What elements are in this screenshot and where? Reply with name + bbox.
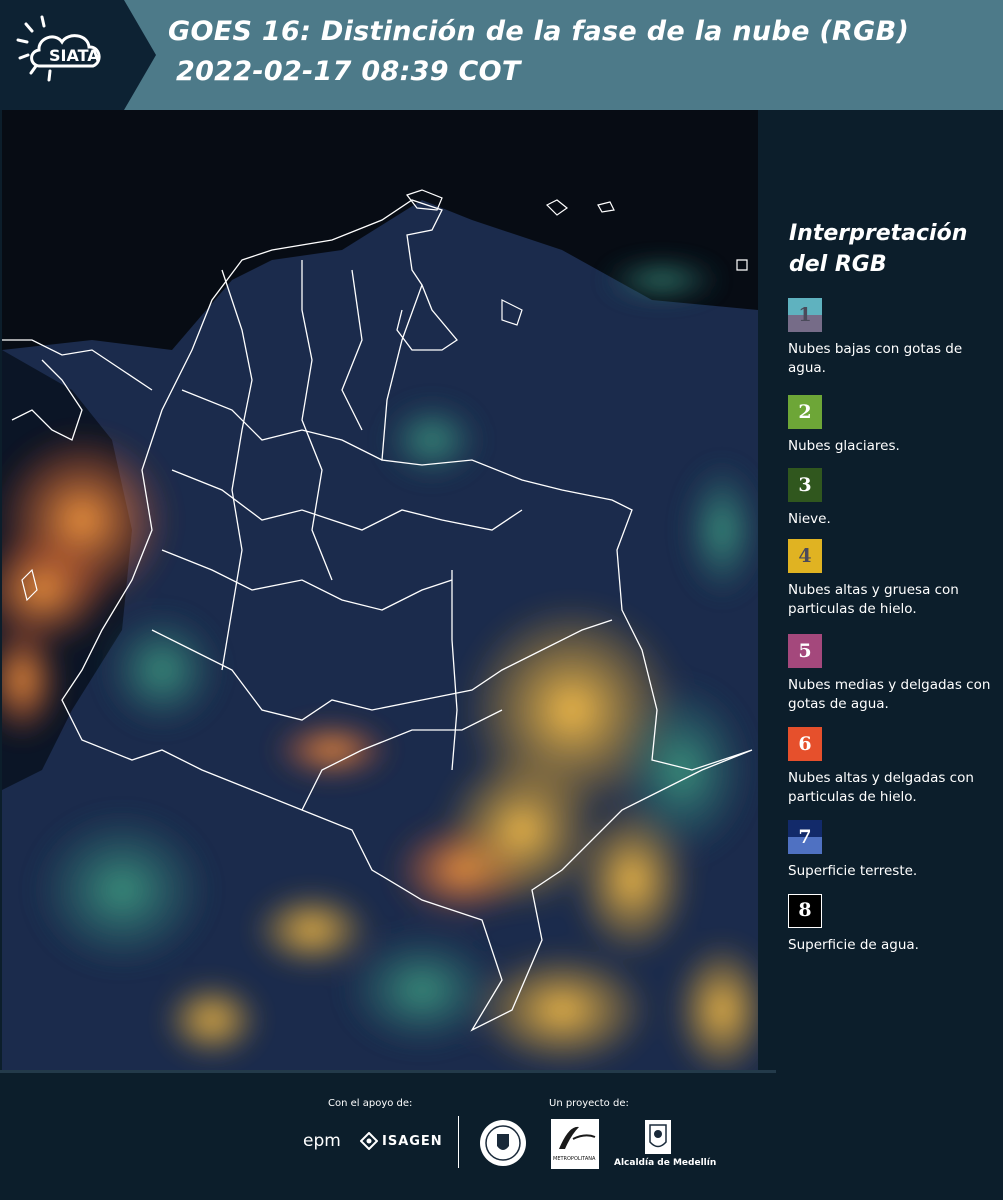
legend-swatch-8: 8 xyxy=(788,894,822,928)
medellin-label: Alcaldía de Medellín xyxy=(614,1158,717,1168)
isagen-logo: ISAGEN xyxy=(382,1134,443,1149)
medellin-shield-icon xyxy=(645,1120,671,1154)
support-label: Con el apoyo de: xyxy=(328,1098,413,1109)
area-logo-text: METROPOLITANA xyxy=(553,1156,596,1162)
seal-icon xyxy=(480,1120,526,1166)
legend-swatch-2: 2 xyxy=(788,395,822,429)
legend-label-1: Nubes bajas con gotas de agua. xyxy=(788,341,963,376)
legend-item-1: 1 Nubes bajas con gotas de agua. xyxy=(788,298,1000,378)
satellite-map xyxy=(2,110,758,1070)
legend-label-2: Nubes glaciares. xyxy=(788,438,900,454)
siata-logo: SIATA xyxy=(0,0,160,110)
legend-label-3: Nieve. xyxy=(788,511,831,527)
footer: Con el apoyo de: Un proyecto de: epm ISA… xyxy=(0,1070,1003,1200)
page-title: GOES 16: Distinción de la fase de la nub… xyxy=(168,16,910,47)
footer-separator xyxy=(458,1116,459,1168)
legend-panel: Interpretación del RGB 1 Nubes bajas con… xyxy=(760,110,1003,1070)
legend-swatch-5: 5 xyxy=(788,634,822,668)
legend-label-4: Nubes altas y gruesa con particulas de h… xyxy=(788,582,959,617)
legend-swatch-3: 3 xyxy=(788,468,822,502)
legend-item-8: 8 Superficie de agua. xyxy=(788,894,1000,955)
isagen-icon xyxy=(360,1132,378,1150)
timestamp: 2022-02-17 08:39 COT xyxy=(176,56,521,87)
legend-swatch-4: 4 xyxy=(788,539,822,573)
legend-label-7: Superficie terreste. xyxy=(788,863,918,879)
legend-label-5: Nubes medias y delgadas con gotas de agu… xyxy=(788,677,991,712)
legend-item-7: 7 Superficie terreste. xyxy=(788,820,1000,881)
epm-logo: epm xyxy=(303,1131,341,1151)
legend-swatch-7: 7 xyxy=(788,820,822,854)
legend-swatch-6: 6 xyxy=(788,727,822,761)
legend-item-6: 6 Nubes altas y delgadas con particulas … xyxy=(788,727,1000,807)
legend-label-6: Nubes altas y delgadas con particulas de… xyxy=(788,770,974,805)
legend-label-8: Superficie de agua. xyxy=(788,937,919,953)
legend-item-2: 2 Nubes glaciares. xyxy=(788,395,1000,456)
legend-item-5: 5 Nubes medias y delgadas con gotas de a… xyxy=(788,634,1000,714)
header: SIATA GOES 16: Distinción de la fase de … xyxy=(0,0,1003,110)
area-logo-icon xyxy=(559,1126,596,1149)
siata-logo-text: SIATA xyxy=(49,46,100,65)
legend-title: Interpretación del RGB xyxy=(789,221,968,277)
legend-item-3: 3 Nieve. xyxy=(788,468,1000,529)
legend-item-4: 4 Nubes altas y gruesa con particulas de… xyxy=(788,539,1000,619)
legend-swatch-1: 1 xyxy=(788,298,822,332)
footer-divider xyxy=(0,1070,776,1073)
project-label: Un proyecto de: xyxy=(549,1098,629,1109)
